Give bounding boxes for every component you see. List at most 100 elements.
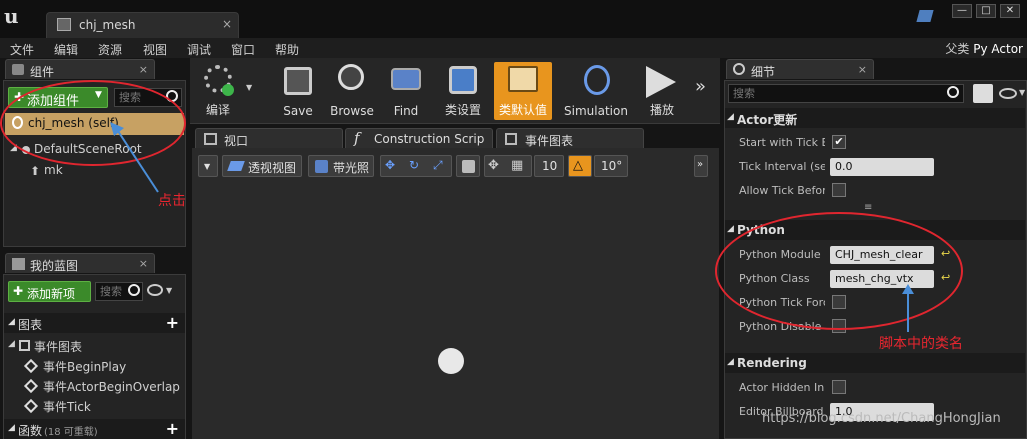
menu-edit[interactable]: 编辑	[54, 41, 78, 58]
rotation-snap-button[interactable]: △	[568, 155, 592, 177]
components-tab[interactable]: 组件 ×	[5, 59, 155, 79]
rotate-icon[interactable]: ↻	[409, 158, 419, 172]
start-with-tick-checkbox[interactable]: ✔	[832, 135, 846, 149]
play-button[interactable]: 播放	[636, 62, 688, 120]
browse-button[interactable]: Browse	[326, 62, 378, 120]
viewport[interactable]	[192, 148, 719, 439]
blueprint-search-input[interactable]: 搜索	[95, 282, 143, 301]
eye-icon[interactable]	[999, 88, 1017, 99]
event-item[interactable]: 事件BeginPlay	[43, 358, 126, 375]
mesh-icon: ⬆	[30, 164, 41, 178]
menu-file[interactable]: 文件	[10, 41, 34, 58]
compile-success-icon	[222, 84, 234, 96]
advanced-expand-icon[interactable]: ≡	[864, 202, 872, 213]
tab-viewport[interactable]: 视口	[195, 128, 343, 148]
save-icon	[284, 67, 312, 95]
menu-debug[interactable]: 调试	[187, 41, 211, 58]
property-label: Start with Tick Er	[739, 136, 825, 149]
annotation-circle	[715, 212, 963, 330]
world-local-button[interactable]	[456, 155, 480, 177]
tab-construction-script[interactable]: f Construction Scrip	[345, 128, 493, 148]
viewport-options-button[interactable]: ▼	[198, 155, 218, 177]
search-icon[interactable]	[947, 86, 959, 98]
components-icon	[12, 64, 24, 75]
functions-header[interactable]: ◢ 函数 (18 可重载) +	[4, 419, 185, 439]
compile-options-icon[interactable]: ▼	[246, 83, 252, 92]
menu-view[interactable]: 视图	[143, 41, 167, 58]
property-label: Allow Tick Before	[739, 184, 825, 197]
actor-tick-section[interactable]: ◢ Actor更新	[725, 108, 1025, 128]
graphs-header[interactable]: ◢ 图表 +	[4, 313, 185, 333]
save-button[interactable]: Save	[273, 62, 323, 120]
play-label: 播放	[649, 103, 674, 117]
lit-label: 带光照	[333, 161, 370, 175]
transform-tools: ✥ ↻ ⤢	[380, 155, 452, 177]
simulation-button[interactable]: Simulation	[560, 62, 632, 120]
search-icon[interactable]	[128, 284, 140, 296]
grid-snap-button[interactable]: ✥ ▦	[484, 155, 532, 177]
chevron-down-icon[interactable]: ▼	[1019, 88, 1025, 97]
class-defaults-button[interactable]: 类默认值	[494, 62, 552, 120]
menu-asset[interactable]: 资源	[98, 41, 122, 58]
blueprint-icon	[57, 18, 71, 31]
find-button[interactable]: Find	[381, 62, 431, 120]
perspective-button[interactable]: 透视视图	[222, 155, 302, 177]
class-defaults-label: 类默认值	[498, 103, 547, 117]
rotation-snap-value: 10°	[601, 159, 623, 173]
close-icon[interactable]: ×	[139, 63, 148, 76]
menu-bar: 文件 编辑 资源 视图 调试 窗口 帮助 父类 Py Actor	[0, 38, 1027, 58]
close-window-button[interactable]: ✕	[1000, 4, 1020, 18]
eye-icon[interactable]	[147, 284, 163, 296]
document-tab[interactable]: chj_mesh ×	[46, 12, 239, 38]
chevron-down-icon[interactable]: ▼	[166, 286, 172, 295]
details-search-input[interactable]: 搜索	[728, 84, 964, 103]
collapse-arrow-icon: ◢	[8, 423, 15, 433]
perspective-icon	[227, 161, 245, 171]
compile-button[interactable]: 编译	[192, 62, 244, 120]
viewport-expand-button[interactable]: »	[694, 155, 708, 177]
magnifier-icon	[338, 64, 364, 90]
tick-interval-field[interactable]: 0.0	[830, 158, 934, 176]
add-function-icon[interactable]: +	[166, 419, 179, 438]
move-icon[interactable]: ✥	[385, 158, 395, 172]
tab-event-graph-label: 事件图表	[525, 134, 574, 148]
scale-icon[interactable]: ⤢	[433, 158, 443, 173]
sphere-mesh[interactable]	[438, 348, 464, 374]
details-search-icon	[733, 63, 745, 75]
event-item[interactable]: 事件Tick	[43, 398, 91, 415]
rendering-section[interactable]: ◢ Rendering	[725, 353, 1025, 373]
unreal-logo-icon[interactable]: u	[4, 4, 30, 30]
details-tab[interactable]: 细节 ×	[726, 59, 874, 79]
annotation-class-name: 脚本中的类名	[879, 336, 963, 352]
close-icon[interactable]: ×	[139, 257, 148, 270]
rotation-snap-value-button[interactable]: 10°	[594, 155, 628, 177]
add-new-button[interactable]: ✚ 添加新项	[8, 281, 91, 302]
menu-window[interactable]: 窗口	[231, 41, 255, 58]
event-graph-item[interactable]: 事件图表	[34, 338, 82, 355]
lit-button[interactable]: 带光照	[308, 155, 374, 177]
functions-count: (18 可重载)	[44, 427, 98, 438]
watermark: https://blog.csdn.net/ChangHongJian	[762, 411, 1001, 426]
allow-tick-checkbox[interactable]	[832, 183, 846, 197]
menu-help[interactable]: 帮助	[275, 41, 299, 58]
my-blueprint-tab[interactable]: 我的蓝图 ×	[5, 253, 155, 273]
property-label: Actor Hidden In G	[739, 381, 825, 394]
minimize-button[interactable]: —	[952, 4, 972, 18]
collapse-arrow-icon: ◢	[727, 357, 734, 367]
event-item[interactable]: 事件ActorBeginOverlap	[43, 378, 180, 395]
actor-hidden-checkbox[interactable]	[832, 380, 846, 394]
collapse-arrow-icon[interactable]: ◢	[8, 339, 15, 349]
grid-size-button[interactable]: 10	[534, 155, 564, 177]
add-graph-icon[interactable]: +	[166, 313, 179, 332]
binoculars-icon	[391, 68, 421, 90]
save-label: Save	[283, 104, 313, 118]
toolbar-overflow-icon[interactable]: »	[695, 76, 706, 97]
close-icon[interactable]: ×	[858, 63, 867, 76]
tab-event-graph[interactable]: 事件图表	[496, 128, 644, 148]
close-tab-icon[interactable]: ×	[222, 17, 232, 31]
maximize-button[interactable]: □	[976, 4, 996, 18]
component-mk[interactable]: mk	[44, 163, 63, 177]
annotation-arrow-icon	[110, 122, 159, 193]
class-settings-button[interactable]: 类设置	[437, 62, 489, 120]
property-matrix-icon[interactable]	[973, 84, 993, 103]
